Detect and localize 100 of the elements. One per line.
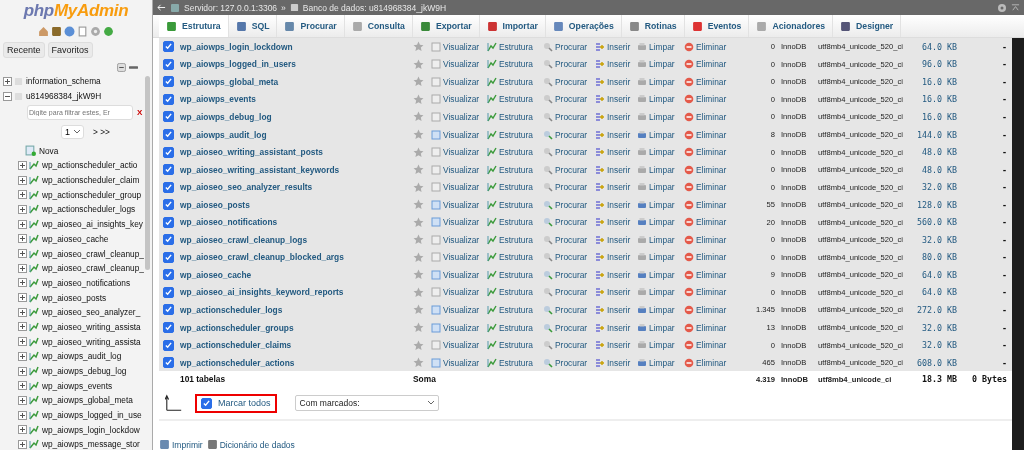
- row-action-link[interactable]: Inserir: [595, 269, 631, 280]
- tab[interactable]: Acionadores: [749, 15, 834, 37]
- row-checkbox[interactable]: [163, 286, 174, 298]
- row-action-link[interactable]: Inserir: [595, 94, 631, 105]
- database-breadcrumb[interactable]: Banco de dados: u814968384_jkW9H: [302, 2, 447, 13]
- scrollbar[interactable]: [145, 76, 150, 270]
- row-action-link[interactable]: Visualizar: [431, 217, 480, 228]
- table-name-link[interactable]: wp_aioseo_writing_assistant_posts: [180, 147, 413, 158]
- table-size[interactable]: 32.0 KB: [922, 322, 957, 333]
- footer-link[interactable]: Imprimir: [159, 439, 203, 450]
- sidebar-tab[interactable]: Favoritos: [47, 42, 93, 58]
- table-size[interactable]: 16.0 KB: [922, 76, 957, 87]
- table-name-link[interactable]: wp_aiowps_audit_log: [180, 129, 413, 140]
- row-action-link[interactable]: Limpar: [637, 147, 675, 158]
- table-name-link[interactable]: wp_actionscheduler_claims: [180, 340, 413, 351]
- tab[interactable]: Consulta: [344, 15, 413, 37]
- row-checkbox[interactable]: [163, 146, 174, 158]
- bulk-action-select[interactable]: Com marcados:: [294, 395, 439, 412]
- row-action-link[interactable]: Visualizar: [431, 304, 480, 315]
- table-size[interactable]: 272.0 KB: [917, 304, 957, 315]
- expand-icon[interactable]: [18, 234, 27, 244]
- row-action-link[interactable]: Estrutura: [487, 147, 533, 158]
- row-action-link[interactable]: Procurar: [543, 182, 588, 193]
- expand-icon[interactable]: [18, 204, 27, 214]
- row-action-link[interactable]: Estrutura: [487, 217, 533, 228]
- expand-icon[interactable]: [3, 76, 12, 86]
- table-link[interactable]: wp_aioseo_posts: [42, 292, 107, 303]
- row-checkbox[interactable]: [163, 41, 174, 53]
- row-checkbox[interactable]: [163, 251, 174, 263]
- check-all-label[interactable]: Marcar todos: [218, 398, 271, 409]
- row-action-link[interactable]: Limpar: [637, 199, 675, 210]
- row-checkbox[interactable]: [163, 76, 174, 88]
- table-size[interactable]: 32.0 KB: [922, 234, 957, 245]
- row-action-link[interactable]: Procurar: [543, 287, 588, 298]
- row-action-link[interactable]: Procurar: [543, 147, 588, 158]
- row-action-link[interactable]: Estrutura: [487, 129, 533, 140]
- table-size[interactable]: 48.0 KB: [922, 147, 957, 158]
- table-link[interactable]: wp_aiowps_debug_log: [42, 366, 127, 377]
- table-link[interactable]: wp_aiowps_logged_in_use: [42, 410, 142, 421]
- row-action-link[interactable]: Eliminar: [684, 252, 727, 263]
- row-action-link[interactable]: Procurar: [543, 269, 588, 280]
- table-link[interactable]: wp_aiowps_global_meta: [42, 395, 133, 406]
- row-action-link[interactable]: Limpar: [637, 164, 675, 175]
- row-action-link[interactable]: Eliminar: [684, 217, 727, 228]
- table-name-link[interactable]: wp_aioseo_writing_assistant_keywords: [180, 164, 413, 175]
- table-name-link[interactable]: wp_aioseo_cache: [180, 269, 413, 280]
- row-action-link[interactable]: Inserir: [595, 304, 631, 315]
- row-action-link[interactable]: Eliminar: [684, 129, 727, 140]
- row-action-link[interactable]: Procurar: [543, 164, 588, 175]
- table-size[interactable]: 144.0 KB: [917, 129, 957, 140]
- row-checkbox[interactable]: [163, 58, 174, 70]
- row-action-link[interactable]: Limpar: [637, 287, 675, 298]
- expand-icon[interactable]: [18, 175, 27, 185]
- expand-icon[interactable]: [18, 366, 27, 376]
- row-action-link[interactable]: Limpar: [637, 340, 675, 351]
- page-select[interactable]: 1: [61, 125, 84, 140]
- row-checkbox[interactable]: [163, 111, 174, 123]
- row-action-link[interactable]: Estrutura: [487, 164, 533, 175]
- table-name-link[interactable]: wp_aioseo_ai_insights_keyword_reports: [180, 287, 413, 298]
- next-page-link[interactable]: > >>: [93, 127, 110, 138]
- expand-icon[interactable]: [18, 293, 27, 303]
- expand-icon[interactable]: [18, 190, 27, 200]
- expand-icon[interactable]: [18, 278, 27, 288]
- sidebar-tab[interactable]: Recente: [3, 42, 45, 58]
- row-action-link[interactable]: Estrutura: [487, 357, 533, 368]
- row-action-link[interactable]: Estrutura: [487, 199, 533, 210]
- row-action-link[interactable]: Estrutura: [487, 269, 533, 280]
- table-name-link[interactable]: wp_aioseo_crawl_cleanup_blocked_args: [180, 252, 413, 263]
- row-action-link[interactable]: Eliminar: [684, 322, 727, 333]
- row-action-link[interactable]: Inserir: [595, 129, 631, 140]
- table-name-link[interactable]: wp_aioseo_seo_analyzer_results: [180, 182, 413, 193]
- row-action-link[interactable]: Limpar: [637, 59, 675, 70]
- row-action-link[interactable]: Visualizar: [431, 111, 480, 122]
- row-checkbox[interactable]: [163, 269, 174, 281]
- table-size[interactable]: 48.0 KB: [922, 164, 957, 175]
- row-action-link[interactable]: Inserir: [595, 111, 631, 122]
- row-checkbox[interactable]: [163, 199, 174, 211]
- row-checkbox[interactable]: [163, 216, 174, 228]
- row-action-link[interactable]: Inserir: [595, 322, 631, 333]
- table-size[interactable]: 64.0 KB: [922, 41, 957, 52]
- row-action-link[interactable]: Estrutura: [487, 287, 533, 298]
- row-action-link[interactable]: Visualizar: [431, 199, 480, 210]
- table-link[interactable]: wp_aioseo_crawl_cleanup_: [42, 248, 144, 259]
- clear-filter-button[interactable]: X: [137, 108, 143, 118]
- row-checkbox[interactable]: [163, 181, 174, 193]
- row-action-link[interactable]: Procurar: [543, 129, 588, 140]
- expand-icon[interactable]: [18, 322, 27, 332]
- row-action-link[interactable]: Eliminar: [684, 59, 727, 70]
- row-action-link[interactable]: Visualizar: [431, 269, 480, 280]
- row-action-link[interactable]: Eliminar: [684, 357, 727, 368]
- scrollbar[interactable]: [1012, 38, 1024, 450]
- row-action-link[interactable]: Eliminar: [684, 199, 727, 210]
- table-link[interactable]: wp_aioseo_notifications: [42, 277, 131, 288]
- row-action-link[interactable]: Inserir: [595, 164, 631, 175]
- expand-icon[interactable]: [18, 337, 27, 347]
- expand-icon[interactable]: [18, 351, 27, 361]
- row-action-link[interactable]: Visualizar: [431, 164, 480, 175]
- row-action-link[interactable]: Estrutura: [487, 41, 533, 52]
- table-link[interactable]: wp_aioseo_seo_analyzer_: [42, 307, 141, 318]
- row-action-link[interactable]: Visualizar: [431, 322, 480, 333]
